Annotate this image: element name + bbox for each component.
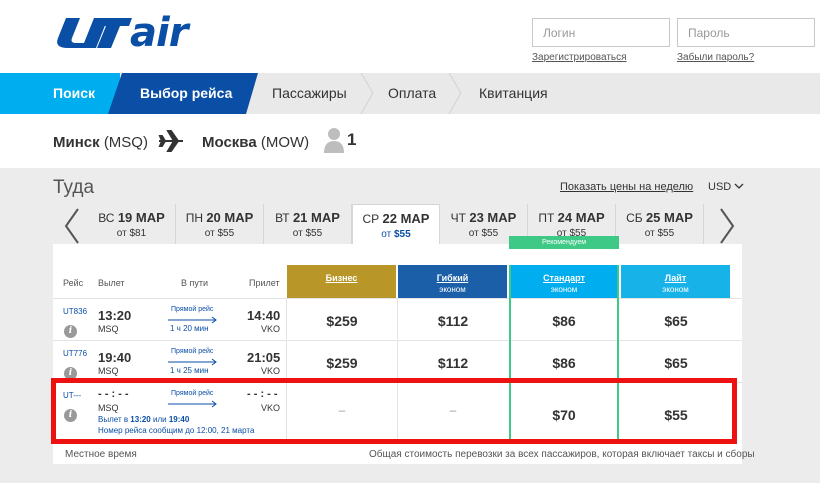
flight-number[interactable]: UT776: [63, 349, 87, 358]
arrival-airport: VKO: [261, 366, 281, 376]
airplane-icon: [158, 130, 183, 152]
flight-row: UT776 i 19:40 MSQ Прямой рейс 1 ч 25 мин…: [53, 340, 742, 381]
flight-duration: 1 ч 20 мин: [170, 324, 209, 333]
col-header-departure: Вылет: [98, 278, 125, 288]
chevron-down-icon: [734, 183, 744, 189]
next-dates-arrow-icon[interactable]: [711, 206, 741, 246]
price-lite[interactable]: $65: [621, 355, 731, 371]
price-flex[interactable]: $112: [398, 313, 508, 329]
flight-row: UT836 i 13:20 MSQ Прямой рейс 1 ч 20 мин…: [53, 298, 742, 339]
forgot-password-link[interactable]: Забыли пароль?: [677, 52, 754, 63]
step-payment[interactable]: Оплата: [388, 73, 436, 114]
price-flex[interactable]: $112: [398, 355, 508, 371]
date-tab[interactable]: СБ 25 МАР от $55: [616, 204, 704, 244]
direction-title: Туда: [53, 177, 95, 198]
fare-header-lite[interactable]: Лайт эконом: [621, 265, 730, 298]
departure-airport: MSQ: [98, 366, 119, 376]
arrival-airport: VKO: [261, 324, 281, 334]
departure-time: 19:40: [98, 350, 132, 365]
col-header-en-route: В пути: [181, 278, 209, 288]
arrow-right-icon: [168, 316, 217, 324]
arrow-right-icon: [168, 358, 217, 366]
show-week-prices-link[interactable]: Показать цены на неделю: [560, 181, 693, 193]
booking-steps-nav: Поиск Выбор рейса Пассажиры Оплата Квита…: [0, 73, 820, 114]
col-header-flight: Рейс: [63, 278, 84, 288]
currency-select[interactable]: USD: [708, 181, 744, 193]
arrival-time: 14:40: [247, 308, 281, 323]
date-tab[interactable]: ВС 19 МАР от $81: [88, 204, 176, 244]
logo-text: air: [130, 10, 188, 56]
step-select-flight[interactable]: Выбор рейса: [108, 73, 258, 114]
date-tab[interactable]: ПН 20 МАР от $55: [176, 204, 264, 244]
price-lite[interactable]: $65: [621, 313, 731, 329]
password-input[interactable]: Пароль: [677, 18, 815, 47]
local-time-note: Местное время: [65, 449, 137, 460]
route-summary: Минск (MSQ) Москва (MOW) 1: [0, 114, 820, 168]
fare-header-business[interactable]: Бизнес: [287, 265, 396, 298]
passenger-count: 1: [347, 130, 357, 149]
step-passengers[interactable]: Пассажиры: [272, 73, 347, 114]
flight-number[interactable]: UT836: [63, 307, 87, 316]
total-price-note: Общая стоимость перевозки за всех пассаж…: [369, 449, 755, 460]
departure-airport: MSQ: [98, 324, 119, 334]
destination: Москва (MOW): [202, 134, 310, 151]
utair-logo[interactable]: [52, 14, 132, 59]
recommended-badge: Рекомендуем: [509, 236, 619, 249]
step-search[interactable]: Поиск: [0, 73, 120, 114]
step-separator-icon: [448, 73, 462, 114]
price-business[interactable]: $259: [287, 313, 397, 329]
price-business[interactable]: $259: [287, 355, 397, 371]
passenger-icon: [324, 128, 344, 153]
header: air Логин Пароль Зарегистрироваться Забы…: [0, 0, 820, 73]
step-receipt[interactable]: Квитанция: [479, 73, 548, 114]
date-tab-active[interactable]: СР 22 МАР от $55: [352, 204, 440, 246]
fare-header-flex[interactable]: Гибкий эконом: [398, 265, 507, 298]
login-input[interactable]: Логин: [532, 18, 670, 47]
origin: Минск (MSQ): [53, 134, 148, 151]
date-tab[interactable]: ВТ 21 МАР от $55: [264, 204, 352, 244]
direct-flight-label: Прямой рейс: [171, 348, 214, 355]
register-link[interactable]: Зарегистрироваться: [532, 52, 627, 63]
direct-flight-label: Прямой рейс: [171, 306, 214, 313]
departure-time: 13:20: [98, 308, 132, 323]
col-header-arrival: Прилет: [249, 278, 280, 288]
prev-dates-arrow-icon[interactable]: [58, 206, 88, 246]
highlight-box: [51, 378, 737, 444]
flight-duration: 1 ч 25 мин: [170, 366, 209, 375]
step-separator-icon: [360, 73, 374, 114]
arrival-time: 21:05: [247, 350, 281, 365]
info-icon[interactable]: i: [64, 325, 77, 338]
